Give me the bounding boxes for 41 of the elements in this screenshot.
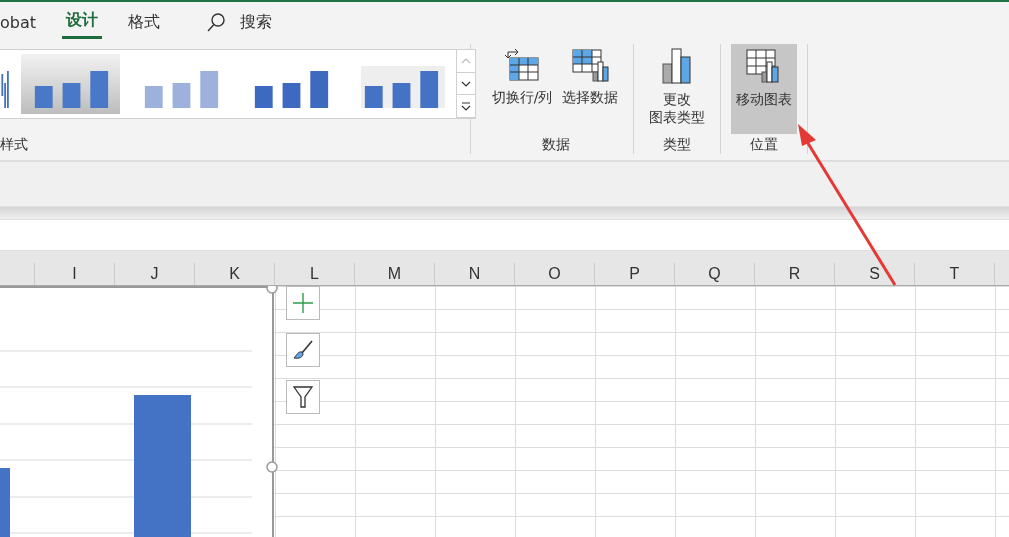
column-header[interactable]: P — [595, 263, 675, 285]
column-header[interactable]: K — [195, 263, 275, 285]
ribbon-tab[interactable]: obat — [0, 5, 41, 39]
column-header[interactable]: N — [435, 263, 515, 285]
column-header[interactable]: J — [115, 263, 195, 285]
column-header[interactable]: S — [835, 263, 915, 285]
resize-handle[interactable] — [266, 461, 278, 473]
chart-style-thumbnail[interactable] — [21, 54, 120, 114]
chart-styles-button[interactable] — [286, 333, 320, 367]
column-header[interactable]: Q — [675, 263, 755, 285]
chart-bar — [0, 468, 10, 537]
column-header[interactable]: T — [915, 263, 995, 285]
column-header[interactable]: M — [355, 263, 435, 285]
group-label: 样式 — [0, 136, 28, 154]
plus-icon — [292, 292, 314, 314]
search-label[interactable]: 搜索 — [240, 11, 273, 33]
search-icon — [206, 12, 227, 32]
add-element-button[interactable] — [286, 286, 320, 320]
ribbon-tab[interactable]: 格式 — [124, 5, 165, 39]
column-header[interactable]: I — [35, 263, 115, 285]
select-data-icon — [571, 48, 609, 82]
group-label: 数据 — [542, 136, 570, 154]
ribbon-button[interactable]: 更改 图表类型 — [644, 44, 710, 134]
switch-rows-columns-icon — [504, 48, 540, 82]
group-label: 类型 — [663, 136, 691, 154]
ribbon-button[interactable]: 选择数据 — [557, 44, 623, 134]
bar-chart-icon — [660, 48, 694, 84]
ribbon-tab[interactable]: 设计 — [62, 5, 103, 39]
column-header[interactable]: O — [515, 263, 595, 285]
column-header[interactable]: L — [275, 263, 355, 285]
chevron-down-icon — [461, 80, 471, 87]
column-header[interactable]: R — [755, 263, 835, 285]
resize-handle[interactable] — [266, 286, 278, 294]
ribbon-button[interactable]: 切换行/列 — [489, 44, 555, 134]
expand-icon — [461, 101, 471, 111]
chart-filter-button[interactable] — [286, 380, 320, 414]
group-label: 位置 — [750, 136, 778, 154]
funnel-icon — [292, 385, 314, 409]
ribbon-button[interactable]: 移动图表 — [731, 44, 797, 134]
brush-icon — [292, 339, 314, 361]
chevron-up-icon — [461, 57, 471, 64]
